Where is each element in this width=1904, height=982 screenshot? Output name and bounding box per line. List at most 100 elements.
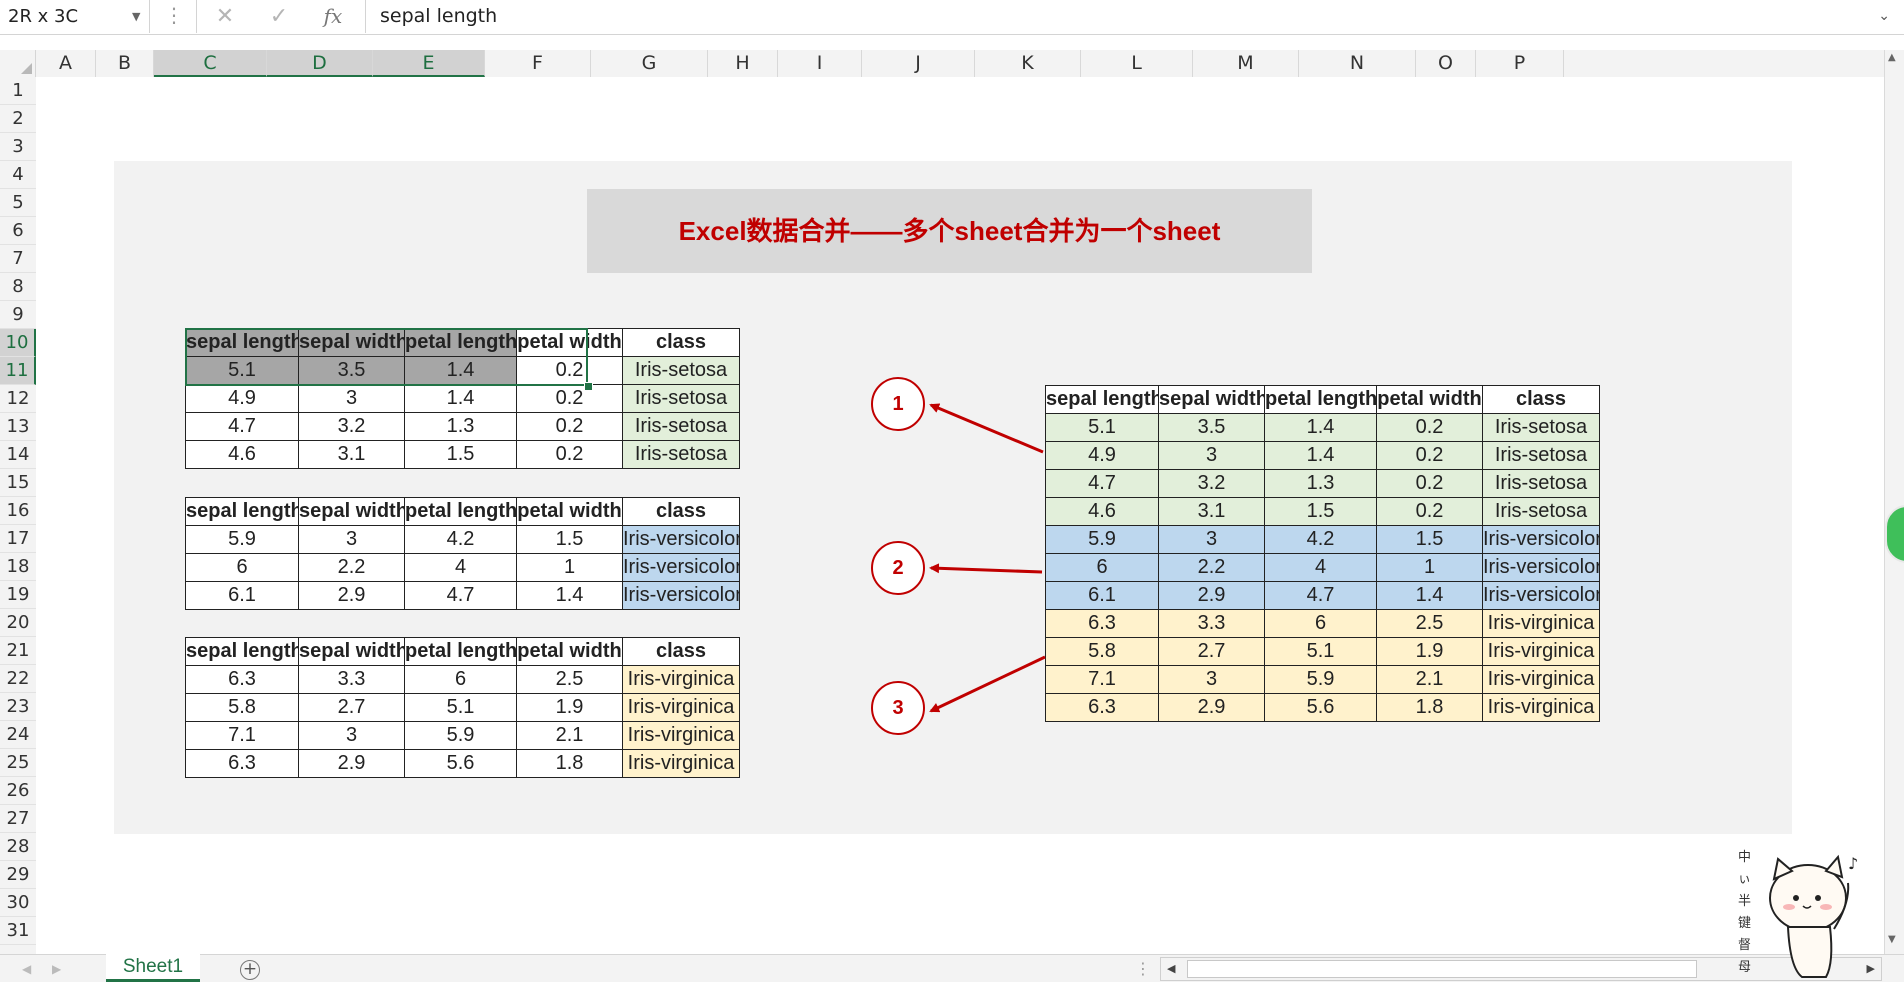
value-cell[interactable]: 2.1: [1376, 665, 1483, 694]
value-cell[interactable]: 5.1: [404, 693, 517, 722]
column-heading[interactable]: petal width: [516, 637, 623, 666]
value-cell[interactable]: 1.3: [1264, 469, 1377, 498]
row-header-10[interactable]: 10: [0, 329, 36, 357]
value-cell[interactable]: 4.2: [404, 525, 517, 554]
value-cell[interactable]: 5.8: [185, 693, 299, 722]
column-heading[interactable]: petal width: [1376, 385, 1483, 414]
value-cell[interactable]: 4.6: [185, 440, 299, 469]
column-header-b[interactable]: B: [96, 50, 154, 77]
value-cell[interactable]: 0.2: [516, 440, 623, 469]
row-header-22[interactable]: 22: [0, 665, 36, 693]
column-heading[interactable]: sepal length: [185, 328, 299, 357]
row-header-5[interactable]: 5: [0, 189, 36, 217]
class-cell[interactable]: Iris-setosa: [1482, 469, 1600, 498]
value-cell[interactable]: 3: [1158, 665, 1265, 694]
column-heading[interactable]: sepal width: [298, 637, 405, 666]
value-cell[interactable]: 2.9: [1158, 693, 1265, 722]
value-cell[interactable]: 2.9: [1158, 581, 1265, 610]
class-cell[interactable]: Iris-versicolor: [1482, 525, 1600, 554]
value-cell[interactable]: 7.1: [185, 721, 299, 750]
value-cell[interactable]: 4.2: [1264, 525, 1377, 554]
value-cell[interactable]: 3.1: [298, 440, 405, 469]
row-header-20[interactable]: 20: [0, 609, 36, 637]
row-header-1[interactable]: 1: [0, 77, 36, 105]
class-cell[interactable]: Iris-setosa: [622, 440, 740, 469]
row-header-16[interactable]: 16: [0, 497, 36, 525]
value-cell[interactable]: 1.4: [404, 356, 517, 385]
row-header-9[interactable]: 9: [0, 301, 36, 329]
cell-grid[interactable]: Excel数据合并——多个sheet合并为一个sheet sepal lengt…: [36, 77, 1884, 954]
column-heading[interactable]: petal length: [1264, 385, 1377, 414]
value-cell[interactable]: 2.7: [1158, 637, 1265, 666]
column-heading[interactable]: class: [1482, 385, 1600, 414]
value-cell[interactable]: 5.6: [404, 749, 517, 778]
row-header-12[interactable]: 12: [0, 385, 36, 413]
column-heading[interactable]: class: [622, 497, 740, 526]
class-cell[interactable]: Iris-setosa: [622, 356, 740, 385]
class-cell[interactable]: Iris-virginica: [622, 693, 740, 722]
value-cell[interactable]: 2.2: [1158, 553, 1265, 582]
row-header-28[interactable]: 28: [0, 833, 36, 861]
value-cell[interactable]: 4: [1264, 553, 1377, 582]
value-cell[interactable]: 1: [516, 553, 623, 582]
value-cell[interactable]: 5.9: [1264, 665, 1377, 694]
column-header-o[interactable]: O: [1416, 50, 1476, 77]
value-cell[interactable]: 3: [1158, 441, 1265, 470]
value-cell[interactable]: 2.9: [298, 581, 405, 610]
column-header-j[interactable]: J: [862, 50, 975, 77]
value-cell[interactable]: 3: [298, 525, 405, 554]
value-cell[interactable]: 4.9: [1045, 441, 1159, 470]
value-cell[interactable]: 5.1: [1045, 413, 1159, 442]
column-heading[interactable]: petal width: [516, 497, 623, 526]
row-header-13[interactable]: 13: [0, 413, 36, 441]
value-cell[interactable]: 0.2: [1376, 497, 1483, 526]
column-heading[interactable]: class: [622, 328, 740, 357]
value-cell[interactable]: 6.3: [1045, 609, 1159, 638]
value-cell[interactable]: 0.2: [516, 356, 623, 385]
value-cell[interactable]: 1.5: [1376, 525, 1483, 554]
class-cell[interactable]: Iris-setosa: [622, 384, 740, 413]
value-cell[interactable]: 0.2: [516, 412, 623, 441]
value-cell[interactable]: 1.4: [1376, 581, 1483, 610]
row-header-14[interactable]: 14: [0, 441, 36, 469]
value-cell[interactable]: 0.2: [1376, 413, 1483, 442]
row-header-24[interactable]: 24: [0, 721, 36, 749]
value-cell[interactable]: 4.7: [185, 412, 299, 441]
column-header-f[interactable]: F: [485, 50, 591, 77]
value-cell[interactable]: 4.6: [1045, 497, 1159, 526]
value-cell[interactable]: 3: [298, 721, 405, 750]
name-box[interactable]: 2R x 3C: [0, 0, 150, 33]
column-header-g[interactable]: G: [591, 50, 708, 77]
class-cell[interactable]: Iris-virginica: [1482, 609, 1600, 638]
value-cell[interactable]: 1.9: [516, 693, 623, 722]
class-cell[interactable]: Iris-setosa: [1482, 413, 1600, 442]
class-cell[interactable]: Iris-virginica: [622, 665, 740, 694]
value-cell[interactable]: 6.3: [185, 665, 299, 694]
class-cell[interactable]: Iris-versicolor: [1482, 553, 1600, 582]
value-cell[interactable]: 1: [1376, 553, 1483, 582]
value-cell[interactable]: 2.9: [298, 749, 405, 778]
value-cell[interactable]: 4.9: [185, 384, 299, 413]
column-header-e[interactable]: E: [373, 50, 485, 77]
select-all-button[interactable]: [0, 50, 36, 77]
class-cell[interactable]: Iris-setosa: [1482, 497, 1600, 526]
column-heading[interactable]: class: [622, 637, 740, 666]
column-header-i[interactable]: I: [778, 50, 862, 77]
row-header-6[interactable]: 6: [0, 217, 36, 245]
value-cell[interactable]: 3.2: [1158, 469, 1265, 498]
value-cell[interactable]: 3.5: [1158, 413, 1265, 442]
cancel-icon[interactable]: ✕: [205, 0, 245, 33]
row-header-8[interactable]: 8: [0, 273, 36, 301]
row-header-30[interactable]: 30: [0, 889, 36, 917]
column-header-l[interactable]: L: [1081, 50, 1193, 77]
value-cell[interactable]: 6.3: [1045, 693, 1159, 722]
value-cell[interactable]: 0.2: [1376, 441, 1483, 470]
value-cell[interactable]: 2.5: [516, 665, 623, 694]
value-cell[interactable]: 0.2: [516, 384, 623, 413]
row-header-31[interactable]: 31: [0, 917, 36, 945]
value-cell[interactable]: 7.1: [1045, 665, 1159, 694]
column-heading[interactable]: sepal width: [298, 497, 405, 526]
expand-formula-bar-icon[interactable]: ⌄: [1878, 0, 1890, 33]
value-cell[interactable]: 4.7: [1264, 581, 1377, 610]
row-header-18[interactable]: 18: [0, 553, 36, 581]
